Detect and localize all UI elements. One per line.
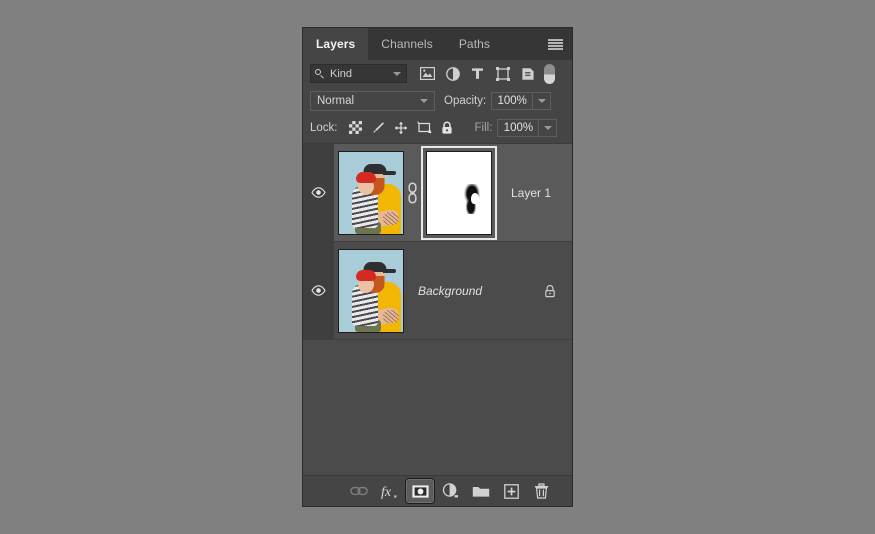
mask-brush-stroke — [463, 183, 481, 214]
layers-panel: Layers Channels Paths Kind Normal Opacit… — [303, 28, 572, 506]
layer-controls: Kind Normal Opacity: 100% Lock: Fill: 10… — [303, 60, 572, 143]
eye-icon — [311, 285, 326, 296]
layer-style-fx-button[interactable]: fx — [375, 479, 403, 503]
smart-object-filter-icon[interactable] — [515, 63, 540, 84]
layer-visibility-toggle[interactable] — [303, 242, 334, 339]
table-row[interactable]: Background — [303, 242, 572, 340]
tab-channels[interactable]: Channels — [368, 28, 446, 60]
type-layer-filter-icon[interactable] — [465, 63, 490, 84]
tab-paths[interactable]: Paths — [445, 28, 503, 60]
layer-mask-thumbnail-wrap[interactable] — [421, 146, 497, 240]
layer-thumbnail-group — [338, 146, 497, 240]
lock-row: Lock: Fill: 100% — [303, 114, 572, 141]
lock-all-icon[interactable] — [436, 118, 459, 138]
lock-image-pixels-icon[interactable] — [367, 118, 390, 138]
lock-buttons — [344, 118, 459, 138]
layer-mask-link-icon[interactable] — [406, 180, 419, 206]
fill-value: 100% — [503, 121, 534, 134]
lock-artboard-nesting-icon[interactable] — [413, 118, 436, 138]
lock-position-icon[interactable] — [390, 118, 413, 138]
fill-dropdown-button[interactable] — [539, 118, 558, 137]
filter-type-buttons — [415, 63, 555, 84]
fill-input[interactable]: 100% — [497, 118, 540, 137]
fill-label: Fill: — [474, 121, 493, 134]
filter-row: Kind — [303, 60, 572, 87]
eye-icon — [311, 187, 326, 198]
layer-name[interactable]: Layer 1 — [511, 186, 572, 200]
opacity-value: 100% — [497, 94, 527, 107]
layer-list[interactable]: Layer 1 Background — [303, 143, 572, 475]
panel-tab-bar: Layers Channels Paths — [303, 28, 572, 60]
delete-layer-button[interactable] — [527, 479, 555, 503]
svg-text:fx: fx — [381, 485, 392, 500]
lock-icon — [545, 284, 555, 297]
layers-panel-bottom-bar: fx — [303, 475, 572, 506]
layer-mask-thumbnail[interactable] — [426, 150, 492, 235]
chevron-down-icon — [420, 98, 428, 103]
filter-enable-toggle[interactable] — [544, 63, 555, 84]
new-layer-button[interactable] — [497, 479, 525, 503]
layer-name[interactable]: Background — [418, 284, 544, 298]
tab-layers-label: Layers — [316, 37, 356, 51]
tab-paths-label: Paths — [458, 37, 490, 51]
table-row[interactable]: Layer 1 — [303, 144, 572, 242]
chevron-down-icon — [393, 72, 401, 76]
lock-transparent-pixels-icon[interactable] — [344, 118, 367, 138]
opacity-input[interactable]: 100% — [491, 91, 534, 110]
add-layer-mask-button[interactable] — [405, 478, 435, 504]
tab-channels-label: Channels — [381, 37, 433, 51]
pixel-layer-filter-icon[interactable] — [415, 63, 440, 84]
opacity-dropdown-button[interactable] — [533, 91, 552, 110]
filter-kind-label: Kind — [330, 67, 353, 80]
layer-locked-indicator — [544, 284, 556, 298]
filter-kind-select[interactable]: Kind — [310, 64, 407, 83]
tab-layers[interactable]: Layers — [303, 28, 369, 60]
layer-visibility-toggle[interactable] — [303, 144, 334, 241]
layer-thumbnail-group — [338, 248, 404, 333]
lock-label: Lock: — [310, 121, 338, 134]
layer-thumbnail[interactable] — [338, 150, 404, 235]
link-layers-button[interactable] — [345, 479, 373, 503]
layer-thumbnail[interactable] — [338, 248, 404, 333]
opacity-label: Opacity: — [444, 94, 487, 107]
chevron-down-icon — [543, 125, 552, 130]
shape-layer-filter-icon[interactable] — [490, 63, 515, 84]
search-icon — [315, 68, 325, 79]
adjustment-layer-filter-icon[interactable] — [440, 63, 465, 84]
blend-mode-select[interactable]: Normal — [310, 90, 435, 111]
new-adjustment-layer-button[interactable] — [437, 479, 465, 503]
blend-mode-value: Normal — [317, 94, 355, 107]
blend-opacity-row: Normal Opacity: 100% — [303, 87, 572, 114]
chevron-down-icon — [537, 98, 546, 103]
panel-menu-button[interactable] — [544, 28, 566, 60]
new-group-button[interactable] — [467, 479, 495, 503]
hamburger-menu-icon — [547, 38, 563, 50]
